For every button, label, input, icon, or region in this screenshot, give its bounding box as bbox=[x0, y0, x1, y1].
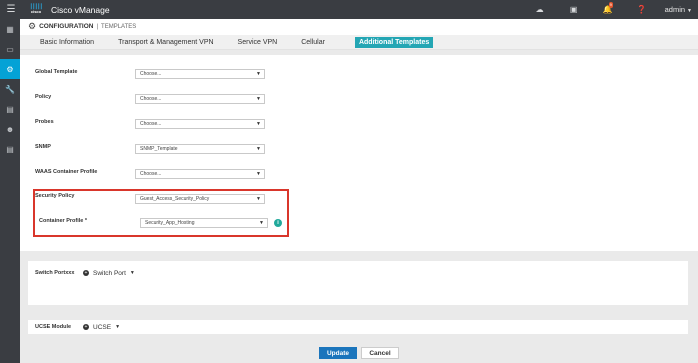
dashboard-icon[interactable]: ▦ bbox=[0, 19, 20, 39]
probes-select[interactable]: Choose... ▼ bbox=[135, 119, 265, 129]
cisco-logo: ┃┃┃┃┃ cisco bbox=[28, 5, 44, 14]
probes-row: Probes bbox=[35, 119, 135, 125]
snmp-value: SNMP_Template bbox=[140, 146, 178, 152]
tab-bar: Basic Information Transport & Management… bbox=[20, 35, 698, 50]
cancel-button[interactable]: Cancel bbox=[361, 347, 399, 359]
global-template-value: Choose... bbox=[140, 71, 162, 77]
ucse-label: UCSE Module bbox=[35, 324, 72, 330]
global-template-select[interactable]: Choose... ▼ bbox=[135, 69, 265, 79]
add-circle-icon[interactable]: + bbox=[83, 324, 89, 330]
sidebar: ▦ ▭ ⚙ 🔧 ▤ ☻ ▤ bbox=[0, 19, 20, 363]
hamburger-menu-icon[interactable]: ☰ bbox=[0, 0, 22, 19]
administration-users-icon[interactable]: ☻ bbox=[0, 119, 20, 139]
policy-label: Policy bbox=[35, 94, 52, 100]
tab-additional-templates[interactable]: Additional Templates bbox=[354, 36, 434, 48]
maintenance-toolbox-icon[interactable]: ▤ bbox=[0, 99, 20, 119]
tab-basic-information[interactable]: Basic Information bbox=[20, 35, 106, 50]
policy-select[interactable]: Choose... ▼ bbox=[135, 94, 265, 104]
chevron-down-icon: ▼ bbox=[256, 171, 261, 177]
configuration-gear-icon[interactable]: ⚙ bbox=[0, 59, 20, 79]
chevron-down-icon: ▼ bbox=[256, 146, 261, 152]
add-circle-icon[interactable]: + bbox=[83, 270, 89, 276]
highlight-box bbox=[33, 189, 289, 237]
user-name: admin bbox=[664, 5, 686, 14]
ucse-value[interactable]: UCSE bbox=[93, 324, 111, 331]
tab-transport-management-vpn[interactable]: Transport & Management VPN bbox=[106, 35, 225, 50]
monitor-icon[interactable]: ▭ bbox=[0, 39, 20, 59]
app-title: Cisco vManage bbox=[51, 4, 110, 15]
task-icon[interactable]: ▣ bbox=[557, 5, 591, 14]
global-template-row: Global Template bbox=[35, 69, 135, 75]
update-button[interactable]: Update bbox=[319, 347, 357, 359]
tab-cellular[interactable]: Cellular bbox=[289, 35, 337, 50]
waas-row: WAAS Container Profile bbox=[35, 169, 135, 175]
cisco-logo-text: cisco bbox=[30, 9, 42, 14]
waas-value: Choose... bbox=[140, 171, 162, 177]
chevron-down-icon[interactable]: ▼ bbox=[130, 270, 135, 276]
policy-value: Choose... bbox=[140, 96, 162, 102]
footer-bar: Update Cancel bbox=[20, 343, 698, 363]
bell-icon[interactable]: 🔔 9 bbox=[591, 2, 625, 14]
user-menu[interactable]: admin ▼ bbox=[665, 5, 692, 14]
probes-value: Choose... bbox=[140, 121, 162, 127]
switch-port-label: Switch Portxxx bbox=[35, 270, 75, 276]
switch-port-value[interactable]: Switch Port bbox=[93, 270, 126, 277]
cloud-icon[interactable]: ☁ bbox=[523, 5, 557, 14]
chevron-down-icon[interactable]: ▼ bbox=[115, 324, 120, 330]
breadcrumb-separator: | bbox=[96, 23, 99, 30]
top-bar: ☰ ┃┃┃┃┃ cisco Cisco vManage ☁ ▣ 🔔 9 ❓ adm… bbox=[0, 0, 698, 19]
waas-select[interactable]: Choose... ▼ bbox=[135, 169, 265, 179]
breadcrumb-page: TEMPLATES bbox=[101, 23, 137, 30]
snmp-select[interactable]: SNMP_Template ▼ bbox=[135, 144, 265, 154]
notification-badge: 9 bbox=[608, 2, 613, 8]
help-icon[interactable]: ❓ bbox=[625, 5, 659, 14]
policy-row: Policy bbox=[35, 94, 135, 100]
switch-port-panel: Switch Portxxx + Switch Port ▼ bbox=[28, 261, 688, 305]
snmp-row: SNMP bbox=[35, 144, 135, 150]
tab-service-vpn[interactable]: Service VPN bbox=[226, 35, 290, 50]
tools-wrench-icon[interactable]: 🔧 bbox=[0, 79, 20, 99]
page-header: ⚙ CONFIGURATION | TEMPLATES bbox=[20, 19, 698, 34]
ucse-panel: UCSE Module + UCSE ▼ bbox=[28, 320, 688, 334]
breadcrumb-section: CONFIGURATION bbox=[39, 23, 94, 30]
global-template-label: Global Template bbox=[35, 69, 78, 75]
snmp-label: SNMP bbox=[35, 144, 51, 150]
analytics-icon[interactable]: ▤ bbox=[0, 139, 20, 159]
chevron-down-icon: ▼ bbox=[256, 71, 261, 77]
chevron-down-icon: ▼ bbox=[256, 121, 261, 127]
gear-icon: ⚙ bbox=[28, 21, 37, 31]
chevron-down-icon: ▼ bbox=[256, 96, 261, 102]
chevron-down-icon: ▼ bbox=[687, 8, 692, 14]
waas-label: WAAS Container Profile bbox=[35, 169, 98, 175]
probes-label: Probes bbox=[35, 119, 54, 125]
